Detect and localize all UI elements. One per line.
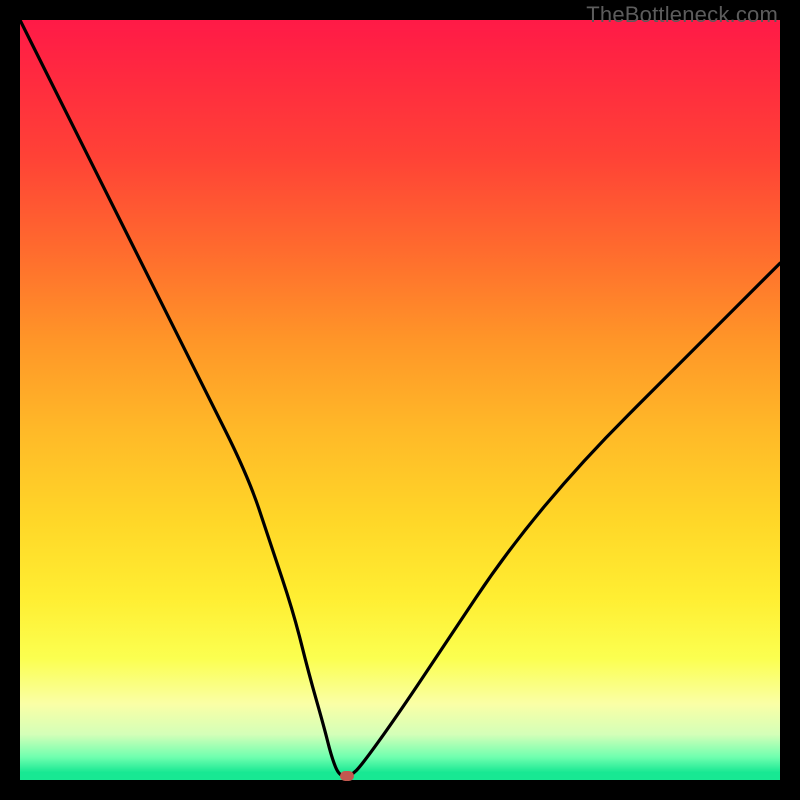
minimum-marker (340, 771, 354, 781)
bottleneck-curve (20, 20, 780, 780)
chart-frame: TheBottleneck.com (0, 0, 800, 800)
attribution-text: TheBottleneck.com (586, 2, 778, 28)
plot-area (20, 20, 780, 780)
